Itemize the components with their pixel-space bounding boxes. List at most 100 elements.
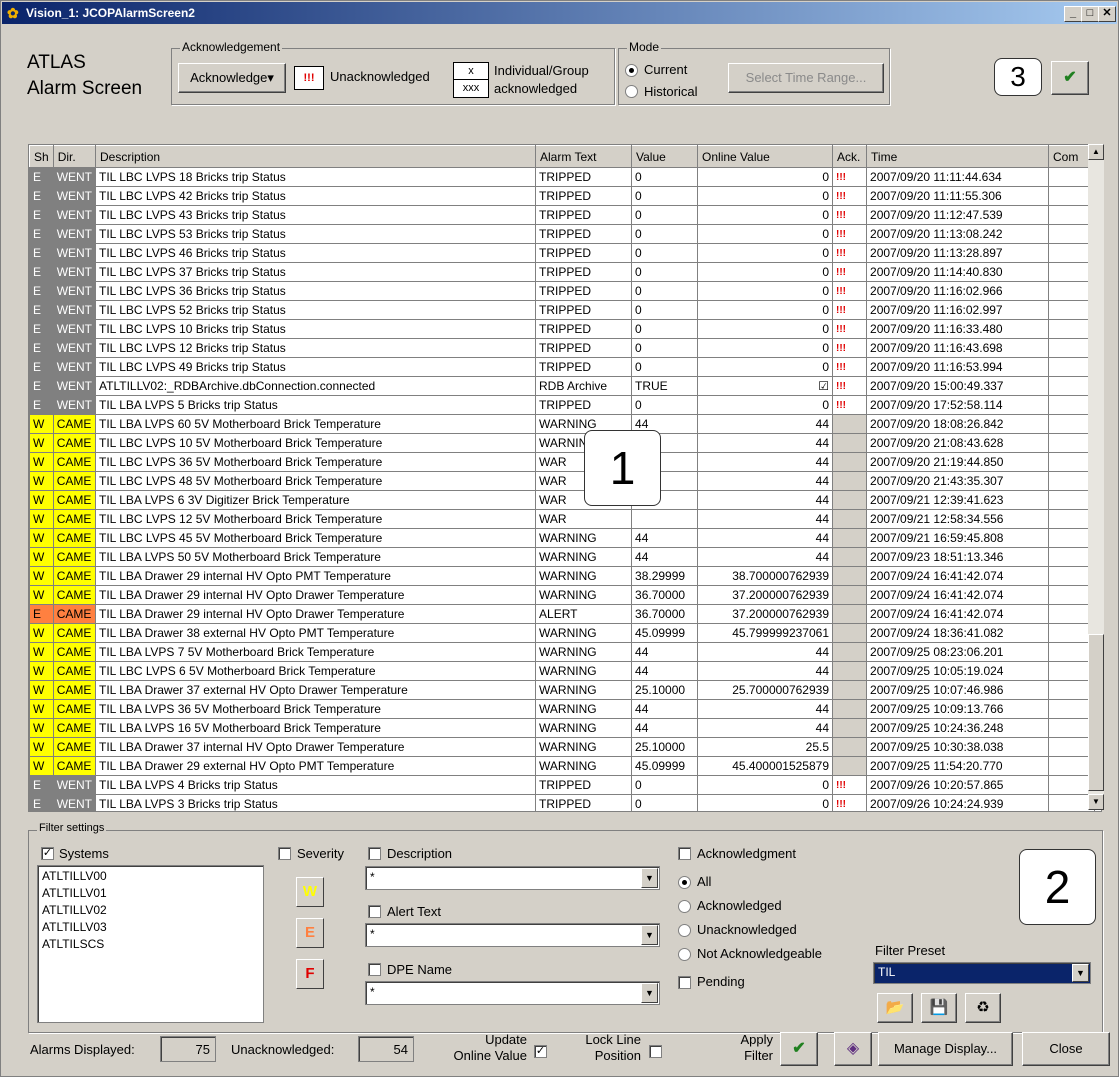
table-row[interactable]: E WENT TIL LBC LVPS 10 Bricks trip Status T… xyxy=(29,319,1096,339)
ack-unacknowledged-radio[interactable] xyxy=(678,924,691,937)
list-item[interactable]: ATLTILLV01 xyxy=(42,885,259,902)
table-row[interactable]: W CAME TIL LBC LVPS 36 5V Motherboard Bric… xyxy=(29,452,1096,472)
table-row[interactable]: E WENT TIL LBC LVPS 43 Bricks trip Status T… xyxy=(29,205,1096,225)
direction-cell: CAME xyxy=(52,490,97,510)
table-row[interactable]: E WENT TIL LBC LVPS 36 Bricks trip Status T… xyxy=(29,281,1096,301)
open-preset-button[interactable]: 📂 xyxy=(877,993,913,1023)
column-header[interactable]: Value xyxy=(631,145,699,168)
table-row[interactable]: W CAME TIL LBC LVPS 45 5V Motherboard Bric… xyxy=(29,528,1096,548)
maximize-button[interactable]: □ xyxy=(1081,6,1099,22)
column-header[interactable]: Description xyxy=(95,145,537,168)
column-header[interactable]: Alarm Text xyxy=(535,145,633,168)
table-row[interactable]: E WENT TIL LBC LVPS 37 Bricks trip Status T… xyxy=(29,262,1096,282)
description-checkbox[interactable] xyxy=(368,847,381,860)
ack-all-radio[interactable] xyxy=(678,876,691,889)
ack-acknowledged-radio[interactable] xyxy=(678,900,691,913)
scroll-thumb[interactable] xyxy=(1088,634,1104,791)
alarm-text-cell: TRIPPED xyxy=(535,243,633,263)
alert-text-dropdown-icon[interactable]: ▼ xyxy=(641,925,658,945)
table-row[interactable]: W CAME TIL LBA LVPS 50 5V Motherboard Bric… xyxy=(29,547,1096,567)
table-row[interactable]: E WENT TIL LBA LVPS 5 Bricks trip Status TR… xyxy=(29,395,1096,415)
table-row[interactable]: W CAME TIL LBA Drawer 29 external HV Opto … xyxy=(29,756,1096,776)
severity-warning-button[interactable]: W xyxy=(296,877,324,907)
table-row[interactable]: E WENT TIL LBA LVPS 4 Bricks trip Status TR… xyxy=(29,775,1096,795)
acknowledge-button[interactable]: Acknowledge▾ xyxy=(178,63,286,93)
time-cell: 2007/09/24 16:41:42.074 xyxy=(866,585,1050,605)
table-row[interactable]: W CAME TIL LBC LVPS 6 5V Motherboard Brick… xyxy=(29,661,1096,681)
table-row[interactable]: W CAME TIL LBA Drawer 29 internal HV Opto … xyxy=(29,566,1096,586)
lock-line-checkbox[interactable] xyxy=(649,1045,662,1058)
table-row[interactable]: E CAME TIL LBA Drawer 29 internal HV Opto … xyxy=(29,604,1096,624)
alert-text-combo[interactable]: * ▼ xyxy=(365,923,660,947)
apply-check-button[interactable]: ✔ xyxy=(1051,61,1089,95)
select-time-range-button[interactable]: Select Time Range... xyxy=(728,63,884,93)
table-row[interactable]: E WENT TIL LBC LVPS 18 Bricks trip Status T… xyxy=(29,167,1096,187)
list-item[interactable]: ATLTILLV00 xyxy=(42,868,259,885)
systems-list[interactable]: ATLTILLV00 ATLTILLV01 ATLTILLV02 ATLTILLV03… xyxy=(37,865,264,1023)
list-item[interactable]: ATLTILSCS xyxy=(42,936,259,953)
table-row[interactable]: E WENT TIL LBC LVPS 53 Bricks trip Status T… xyxy=(29,224,1096,244)
column-header[interactable]: Sh xyxy=(29,145,54,168)
description-dropdown-icon[interactable]: ▼ xyxy=(641,868,658,888)
severity-fatal-button[interactable]: F xyxy=(296,959,324,989)
column-header[interactable]: Ack. xyxy=(832,145,868,168)
time-cell: 2007/09/25 10:07:46.986 xyxy=(866,680,1050,700)
table-row[interactable]: W CAME TIL LBA Drawer 37 internal HV Opto … xyxy=(29,737,1096,757)
manage-display-button[interactable]: Manage Display... xyxy=(878,1032,1013,1066)
filter-preset-combo[interactable]: TIL ▼ xyxy=(873,962,1091,984)
alert-text-checkbox[interactable] xyxy=(368,905,381,918)
ack-not-acknowledgeable-radio[interactable] xyxy=(678,948,691,961)
online-value-cell: 0 xyxy=(697,775,834,795)
table-row[interactable]: W CAME TIL LBC LVPS 10 5V Motherboard Bric… xyxy=(29,433,1096,453)
save-preset-button[interactable]: 💾 xyxy=(921,993,957,1023)
scroll-up-button[interactable]: ▲ xyxy=(1088,144,1104,160)
table-row[interactable]: W CAME TIL LBA LVPS 7 5V Motherboard Brick… xyxy=(29,642,1096,662)
title-bar[interactable]: ✿ Vision_1: JCOPAlarmScreen2 _ □ ✕ xyxy=(2,2,1117,24)
column-header[interactable]: Dir. xyxy=(52,145,97,168)
table-row[interactable]: E WENT TIL LBC LVPS 46 Bricks trip Status T… xyxy=(29,243,1096,263)
apply-filter-button[interactable]: ✔ xyxy=(780,1032,818,1066)
table-scrollbar[interactable]: ▲ ▼ xyxy=(1088,144,1104,810)
severity-cell: W xyxy=(29,623,54,643)
table-row[interactable]: W CAME TIL LBA LVPS 60 5V Motherboard Bric… xyxy=(29,414,1096,434)
table-row[interactable]: W CAME TIL LBC LVPS 12 5V Motherboard Bric… xyxy=(29,509,1096,529)
description-combo[interactable]: * ▼ xyxy=(365,866,660,890)
scroll-down-button[interactable]: ▼ xyxy=(1088,794,1104,810)
table-row[interactable]: E WENT ATLTILLV02:_RDBArchive.dbConnection… xyxy=(29,376,1096,396)
table-row[interactable]: W CAME TIL LBA LVPS 6 3V Digitizer Brick T… xyxy=(29,490,1096,510)
acknowledgment-checkbox[interactable] xyxy=(678,847,691,860)
systems-checkbox[interactable]: ✓ xyxy=(41,847,54,860)
severity-checkbox[interactable] xyxy=(278,847,291,860)
column-header[interactable]: Online Value xyxy=(697,145,834,168)
table-row[interactable]: W CAME TIL LBA Drawer 29 internal HV Opto … xyxy=(29,585,1096,605)
list-item[interactable]: ATLTILLV02 xyxy=(42,902,259,919)
dpe-name-dropdown-icon[interactable]: ▼ xyxy=(641,983,658,1003)
close-window-button[interactable]: ✕ xyxy=(1098,6,1116,22)
close-button[interactable]: Close xyxy=(1022,1032,1110,1066)
table-row[interactable]: E WENT TIL LBC LVPS 49 Bricks trip Status T… xyxy=(29,357,1096,377)
table-row[interactable]: E WENT TIL LBC LVPS 52 Bricks trip Status T… xyxy=(29,300,1096,320)
update-online-checkbox[interactable]: ✓ xyxy=(534,1045,547,1058)
table-row[interactable]: E WENT TIL LBA LVPS 3 Bricks trip Status TR… xyxy=(29,794,1096,811)
table-row[interactable]: W CAME TIL LBA LVPS 36 5V Motherboard Bric… xyxy=(29,699,1096,719)
pending-checkbox[interactable] xyxy=(678,976,691,989)
value-cell: 0 xyxy=(631,395,699,415)
delete-preset-button[interactable]: ♻ xyxy=(965,993,1001,1023)
dpe-name-combo[interactable]: * ▼ xyxy=(365,981,660,1005)
mode-current-radio[interactable] xyxy=(625,64,638,77)
table-row[interactable]: W CAME TIL LBA Drawer 37 external HV Opto … xyxy=(29,680,1096,700)
table-row[interactable]: E WENT TIL LBC LVPS 42 Bricks trip Status T… xyxy=(29,186,1096,206)
eraser-button[interactable]: ◈ xyxy=(834,1032,872,1066)
filter-preset-dropdown-icon[interactable]: ▼ xyxy=(1072,964,1089,982)
table-row[interactable]: E WENT TIL LBC LVPS 12 Bricks trip Status T… xyxy=(29,338,1096,358)
minimize-button[interactable]: _ xyxy=(1064,6,1082,22)
table-row[interactable]: W CAME TIL LBA Drawer 38 external HV Opto … xyxy=(29,623,1096,643)
severity-error-button[interactable]: E xyxy=(296,918,324,948)
mode-historical-radio[interactable] xyxy=(625,85,638,98)
table-row[interactable]: W CAME TIL LBA LVPS 16 5V Motherboard Bric… xyxy=(29,718,1096,738)
severity-cell: E xyxy=(29,395,54,415)
list-item[interactable]: ATLTILLV03 xyxy=(42,919,259,936)
table-row[interactable]: W CAME TIL LBC LVPS 48 5V Motherboard Bric… xyxy=(29,471,1096,491)
column-header[interactable]: Time xyxy=(866,145,1050,168)
dpe-name-checkbox[interactable] xyxy=(368,963,381,976)
